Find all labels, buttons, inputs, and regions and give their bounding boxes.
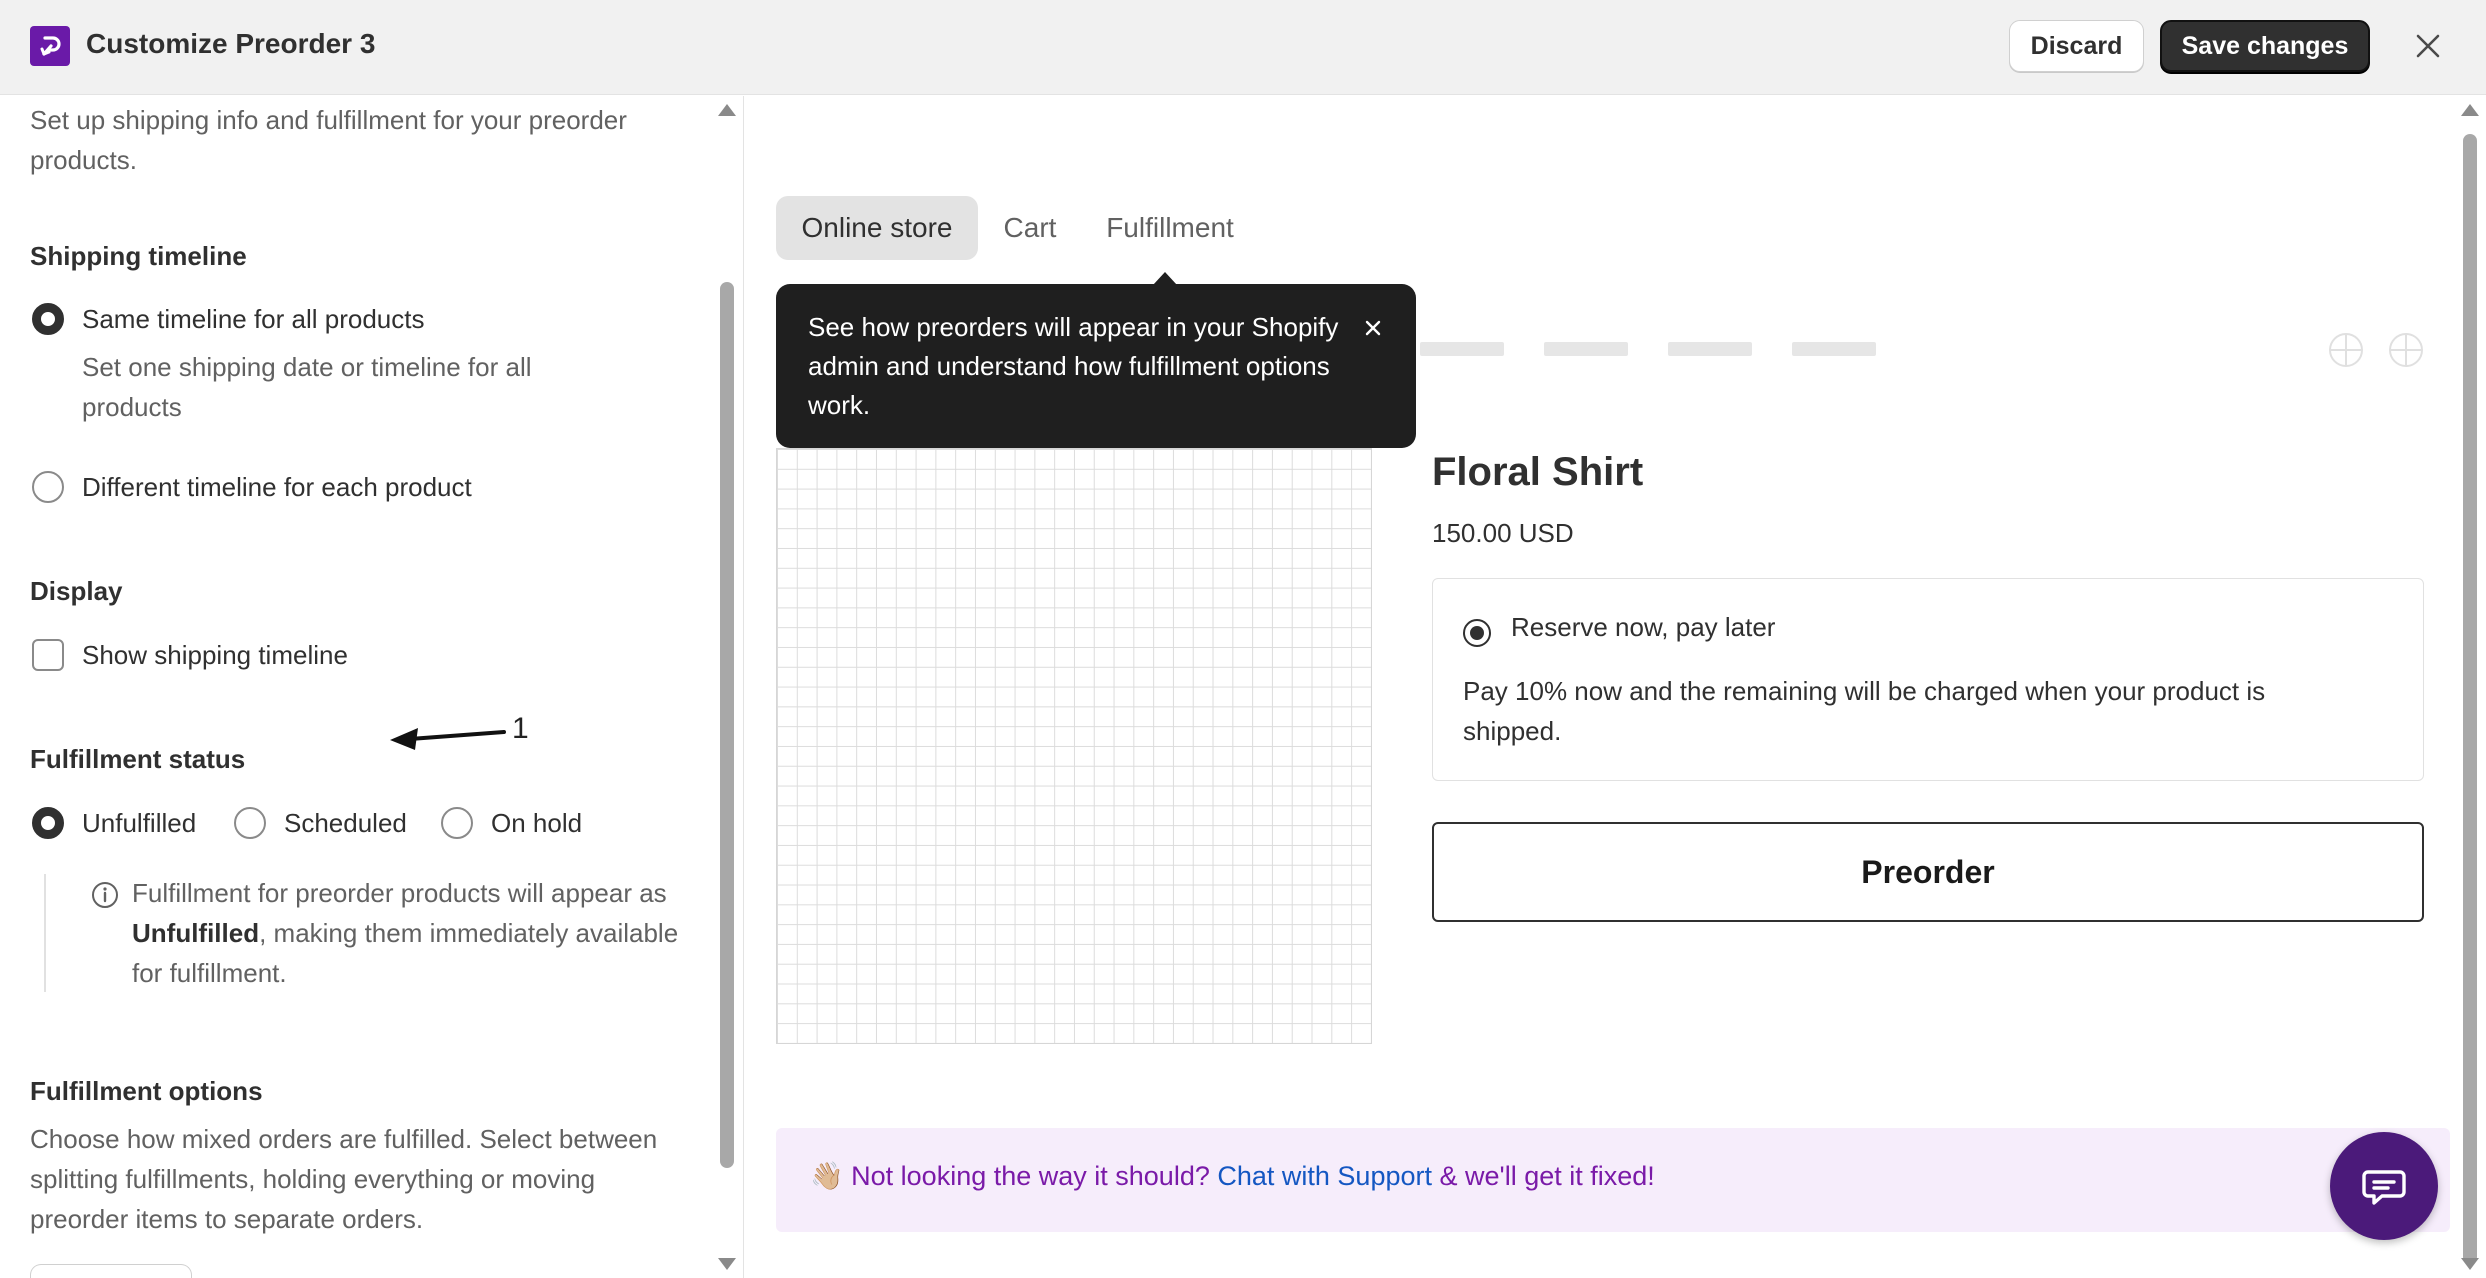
left-scrollbar-thumb[interactable] [720,282,734,1168]
scheduled-radio[interactable] [234,807,266,839]
info-callout-bar [44,874,46,992]
support-text: 👋🏼 Not looking the way it should? Chat w… [810,1161,1655,1191]
settings-panel: Set up shipping info and fulfillment for… [0,96,744,1278]
close-icon[interactable] [2410,28,2446,64]
different-timeline-radio[interactable] [32,471,64,503]
show-shipping-timeline-checkbox[interactable] [32,639,64,671]
product-price: 150.00 USD [1432,518,1574,548]
shipping-timeline-heading: Shipping timeline [30,241,247,271]
fulfillment-info-text: Fulfillment for preorder products will a… [132,878,679,988]
right-scroll-down[interactable] [2461,1258,2479,1270]
display-heading: Display [30,576,123,606]
unfulfilled-label[interactable]: Unfulfilled [82,803,196,843]
skeleton-nav-item [1668,342,1752,356]
tab-online-store[interactable]: Online store [776,196,978,260]
reserve-now-label[interactable]: Reserve now, pay later [1511,612,1775,643]
product-title: Floral Shirt [1432,450,1644,494]
save-changes-button[interactable]: Save changes [2160,20,2370,72]
left-scroll-down[interactable] [718,1258,736,1270]
arrow-annotation-icon [388,722,508,757]
on-hold-radio[interactable] [441,807,473,839]
left-scroll-up[interactable] [718,104,736,116]
tab-cart[interactable]: Cart [990,196,1070,260]
same-timeline-radio[interactable] [32,303,64,335]
app-logo-icon [30,26,70,66]
skeleton-nav-item [1420,342,1504,356]
placeholder-circle-icon [2388,332,2424,368]
skeleton-nav-item [1544,342,1628,356]
skeleton-nav-item [1792,342,1876,356]
same-timeline-help: Set one shipping date or timeline for al… [82,352,532,422]
chat-icon [2362,1170,2406,1205]
right-scrollbar-thumb[interactable] [2463,134,2477,1264]
right-scroll-up[interactable] [2461,104,2479,116]
chat-button[interactable] [2330,1132,2438,1240]
top-bar: Customize Preorder 3 Discard Save change… [0,0,2486,95]
preview-tooltip: See how preorders will appear in your Sh… [776,284,1416,448]
annotation-number: 1 [512,712,529,745]
unfulfilled-radio[interactable] [32,807,64,839]
preorder-button[interactable]: Preorder [1432,822,2424,922]
info-icon [90,880,120,910]
tab-fulfillment[interactable]: Fulfillment [1092,196,1248,260]
different-timeline-label[interactable]: Different timeline for each product [82,467,472,507]
reserve-now-description: Pay 10% now and the remaining will be ch… [1463,676,2266,746]
product-image-placeholder [776,448,1372,1044]
support-banner: 👋🏼 Not looking the way it should? Chat w… [776,1128,2450,1232]
placeholder-circle-icon [2328,332,2364,368]
wave-emoji: 👋🏼 [810,1161,844,1191]
fulfillment-options-control[interactable] [30,1264,192,1278]
intro-text: Set up shipping info and fulfillment for… [30,105,627,175]
payment-option-card[interactable]: Reserve now, pay later Pay 10% now and t… [1432,578,2424,781]
page-title: Customize Preorder 3 [86,28,376,59]
show-shipping-timeline-label[interactable]: Show shipping timeline [82,635,348,675]
chat-with-support-link[interactable]: Chat with Support [1217,1161,1432,1191]
fulfillment-status-heading: Fulfillment status [30,744,246,774]
fulfillment-options-heading: Fulfillment options [30,1076,263,1106]
discard-button[interactable]: Discard [2009,20,2144,72]
fulfillment-options-description: Choose how mixed orders are fulfilled. S… [30,1124,658,1234]
on-hold-label[interactable]: On hold [491,803,582,843]
same-timeline-label[interactable]: Same timeline for all products [82,299,424,339]
scheduled-label[interactable]: Scheduled [284,803,407,843]
tooltip-text: See how preorders will appear in your Sh… [808,312,1339,420]
close-tooltip-icon[interactable] [1361,316,1385,340]
reserve-now-radio[interactable] [1463,619,1491,647]
